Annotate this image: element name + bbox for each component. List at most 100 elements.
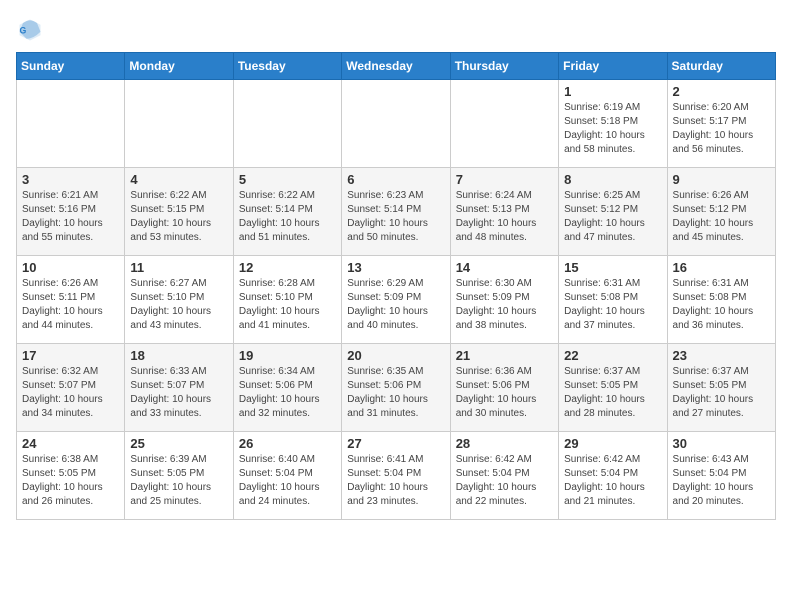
day-number: 5 (239, 172, 336, 187)
day-header-sunday: Sunday (17, 53, 125, 80)
calendar-cell: 5 Sunrise: 6:22 AM Sunset: 5:14 PM Daylig… (233, 168, 341, 256)
calendar-cell: 18Sunrise: 6:33 AM Sunset: 5:07 PM Dayli… (125, 344, 233, 432)
day-info: Sunrise: 6:24 AM Sunset: 5:13 PM Dayligh… (456, 189, 553, 245)
day-number: 20 (347, 348, 444, 363)
week-row-1: 1 Sunrise: 6:19 AM Sunset: 5:18 PM Daylig… (17, 80, 776, 168)
day-number: 11 (130, 260, 227, 275)
calendar-cell (125, 80, 233, 168)
day-info: Sunrise: 6:37 AM Sunset: 5:05 PM Dayligh… (564, 365, 661, 421)
calendar-cell: 25 Sunrise: 6:39 AM Sunset: 5:05 PM Dayli… (125, 432, 233, 520)
day-info: Sunrise: 6:42 AM Sunset: 5:04 PM Dayligh… (456, 453, 553, 509)
logo-icon: G (16, 16, 44, 44)
calendar-cell: 9 Sunrise: 6:26 AM Sunset: 5:12 PM Daylig… (667, 168, 775, 256)
day-number: 2 (673, 84, 770, 99)
calendar-cell: 23Sunrise: 6:37 AM Sunset: 5:05 PM Dayli… (667, 344, 775, 432)
calendar-cell: 7 Sunrise: 6:24 AM Sunset: 5:13 PM Daylig… (450, 168, 558, 256)
day-info: Sunrise: 6:26 AM Sunset: 5:12 PM Dayligh… (673, 189, 770, 245)
calendar-cell: 16 Sunrise: 6:31 AM Sunset: 5:08 PM Dayli… (667, 256, 775, 344)
day-number: 19 (239, 348, 336, 363)
calendar-cell (450, 80, 558, 168)
day-number: 7 (456, 172, 553, 187)
day-info: Sunrise: 6:29 AM Sunset: 5:09 PM Dayligh… (347, 277, 444, 333)
day-info: Sunrise: 6:39 AM Sunset: 5:05 PM Dayligh… (130, 453, 227, 509)
day-info: Sunrise: 6:30 AM Sunset: 5:09 PM Dayligh… (456, 277, 553, 333)
day-number: 16 (673, 260, 770, 275)
day-number: 25 (130, 436, 227, 451)
day-number: 21 (456, 348, 553, 363)
calendar-cell (17, 80, 125, 168)
day-info: Sunrise: 6:38 AM Sunset: 5:05 PM Dayligh… (22, 453, 119, 509)
day-number: 26 (239, 436, 336, 451)
calendar-cell: 20 Sunrise: 6:35 AM Sunset: 5:06 PM Dayli… (342, 344, 450, 432)
calendar-cell: 19 Sunrise: 6:34 AM Sunset: 5:06 PM Dayli… (233, 344, 341, 432)
logo: G (16, 16, 48, 44)
calendar-cell: 29 Sunrise: 6:42 AM Sunset: 5:04 PM Dayli… (559, 432, 667, 520)
day-info: Sunrise: 6:42 AM Sunset: 5:04 PM Dayligh… (564, 453, 661, 509)
day-info: Sunrise: 6:31 AM Sunset: 5:08 PM Dayligh… (564, 277, 661, 333)
day-info: Sunrise: 6:20 AM Sunset: 5:17 PM Dayligh… (673, 101, 770, 157)
calendar-cell: 17 Sunrise: 6:32 AM Sunset: 5:07 PM Dayli… (17, 344, 125, 432)
day-header-tuesday: Tuesday (233, 53, 341, 80)
day-number: 13 (347, 260, 444, 275)
day-info: Sunrise: 6:35 AM Sunset: 5:06 PM Dayligh… (347, 365, 444, 421)
day-number: 10 (22, 260, 119, 275)
day-number: 29 (564, 436, 661, 451)
day-number: 9 (673, 172, 770, 187)
day-number: 17 (22, 348, 119, 363)
day-number: 6 (347, 172, 444, 187)
day-info: Sunrise: 6:21 AM Sunset: 5:16 PM Dayligh… (22, 189, 119, 245)
calendar-cell: 1 Sunrise: 6:19 AM Sunset: 5:18 PM Daylig… (559, 80, 667, 168)
day-number: 12 (239, 260, 336, 275)
calendar-cell: 22 Sunrise: 6:37 AM Sunset: 5:05 PM Dayli… (559, 344, 667, 432)
day-info: Sunrise: 6:36 AM Sunset: 5:06 PM Dayligh… (456, 365, 553, 421)
week-row-5: 24 Sunrise: 6:38 AM Sunset: 5:05 PM Dayli… (17, 432, 776, 520)
calendar-cell: 15Sunrise: 6:31 AM Sunset: 5:08 PM Dayli… (559, 256, 667, 344)
day-header-thursday: Thursday (450, 53, 558, 80)
day-header-wednesday: Wednesday (342, 53, 450, 80)
calendar-cell: 28 Sunrise: 6:42 AM Sunset: 5:04 PM Dayli… (450, 432, 558, 520)
calendar-cell: 26 Sunrise: 6:40 AM Sunset: 5:04 PM Dayli… (233, 432, 341, 520)
calendar-cell: 3Sunrise: 6:21 AM Sunset: 5:16 PM Daylig… (17, 168, 125, 256)
day-number: 30 (673, 436, 770, 451)
day-number: 24 (22, 436, 119, 451)
day-info: Sunrise: 6:43 AM Sunset: 5:04 PM Dayligh… (673, 453, 770, 509)
day-info: Sunrise: 6:40 AM Sunset: 5:04 PM Dayligh… (239, 453, 336, 509)
day-info: Sunrise: 6:41 AM Sunset: 5:04 PM Dayligh… (347, 453, 444, 509)
day-info: Sunrise: 6:22 AM Sunset: 5:14 PM Dayligh… (239, 189, 336, 245)
calendar-cell (342, 80, 450, 168)
day-info: Sunrise: 6:32 AM Sunset: 5:07 PM Dayligh… (22, 365, 119, 421)
day-number: 4 (130, 172, 227, 187)
day-number: 27 (347, 436, 444, 451)
calendar-cell: 14 Sunrise: 6:30 AM Sunset: 5:09 PM Dayli… (450, 256, 558, 344)
calendar-cell: 13 Sunrise: 6:29 AM Sunset: 5:09 PM Dayli… (342, 256, 450, 344)
day-number: 1 (564, 84, 661, 99)
calendar-cell: 12 Sunrise: 6:28 AM Sunset: 5:10 PM Dayli… (233, 256, 341, 344)
calendar-cell: 21 Sunrise: 6:36 AM Sunset: 5:06 PM Dayli… (450, 344, 558, 432)
day-info: Sunrise: 6:27 AM Sunset: 5:10 PM Dayligh… (130, 277, 227, 333)
day-info: Sunrise: 6:31 AM Sunset: 5:08 PM Dayligh… (673, 277, 770, 333)
week-row-3: 10 Sunrise: 6:26 AM Sunset: 5:11 PM Dayli… (17, 256, 776, 344)
calendar-cell: 8Sunrise: 6:25 AM Sunset: 5:12 PM Daylig… (559, 168, 667, 256)
calendar-cell: 4Sunrise: 6:22 AM Sunset: 5:15 PM Daylig… (125, 168, 233, 256)
day-info: Sunrise: 6:26 AM Sunset: 5:11 PM Dayligh… (22, 277, 119, 333)
day-header-friday: Friday (559, 53, 667, 80)
header-row: SundayMondayTuesdayWednesdayThursdayFrid… (17, 53, 776, 80)
calendar-cell: 6Sunrise: 6:23 AM Sunset: 5:14 PM Daylig… (342, 168, 450, 256)
day-info: Sunrise: 6:19 AM Sunset: 5:18 PM Dayligh… (564, 101, 661, 157)
day-number: 22 (564, 348, 661, 363)
calendar-cell: 2 Sunrise: 6:20 AM Sunset: 5:17 PM Daylig… (667, 80, 775, 168)
day-number: 28 (456, 436, 553, 451)
calendar-cell: 24 Sunrise: 6:38 AM Sunset: 5:05 PM Dayli… (17, 432, 125, 520)
week-row-2: 3Sunrise: 6:21 AM Sunset: 5:16 PM Daylig… (17, 168, 776, 256)
page-header: G (16, 16, 776, 44)
day-header-monday: Monday (125, 53, 233, 80)
calendar-cell: 30 Sunrise: 6:43 AM Sunset: 5:04 PM Dayli… (667, 432, 775, 520)
week-row-4: 17 Sunrise: 6:32 AM Sunset: 5:07 PM Dayli… (17, 344, 776, 432)
day-info: Sunrise: 6:34 AM Sunset: 5:06 PM Dayligh… (239, 365, 336, 421)
day-header-saturday: Saturday (667, 53, 775, 80)
day-info: Sunrise: 6:25 AM Sunset: 5:12 PM Dayligh… (564, 189, 661, 245)
calendar-table: SundayMondayTuesdayWednesdayThursdayFrid… (16, 52, 776, 520)
day-number: 23 (673, 348, 770, 363)
day-info: Sunrise: 6:28 AM Sunset: 5:10 PM Dayligh… (239, 277, 336, 333)
day-number: 14 (456, 260, 553, 275)
